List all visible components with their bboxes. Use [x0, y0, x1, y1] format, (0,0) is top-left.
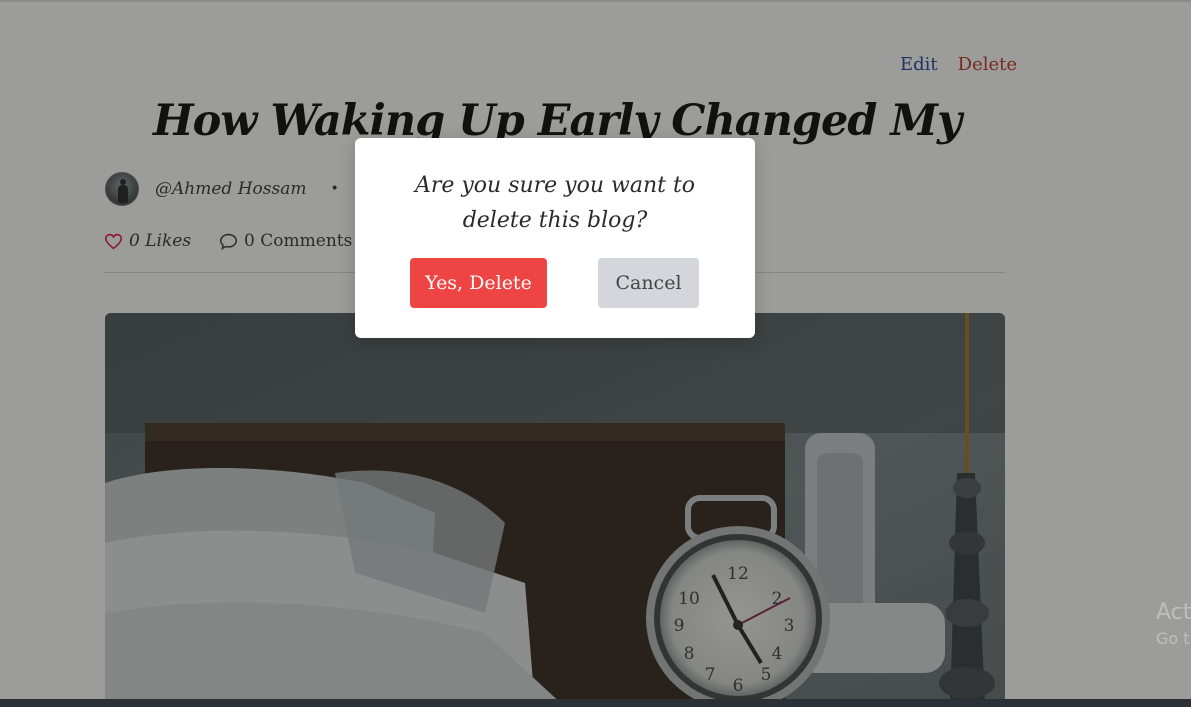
modal-backdrop[interactable] — [0, 2, 1191, 699]
watermark-line-1: Act — [1156, 600, 1191, 625]
taskbar — [0, 699, 1191, 707]
watermark-line-2: Go t — [1156, 629, 1190, 648]
dialog-message: Are you sure you want to delete this blo… — [414, 173, 696, 233]
windows-activation-watermark: Act Go t — [1156, 598, 1191, 658]
delete-confirmation-dialog: Are you sure you want to delete this blo… — [355, 138, 755, 338]
cancel-button[interactable]: Cancel — [598, 258, 699, 308]
confirm-delete-button[interactable]: Yes, Delete — [410, 258, 547, 308]
